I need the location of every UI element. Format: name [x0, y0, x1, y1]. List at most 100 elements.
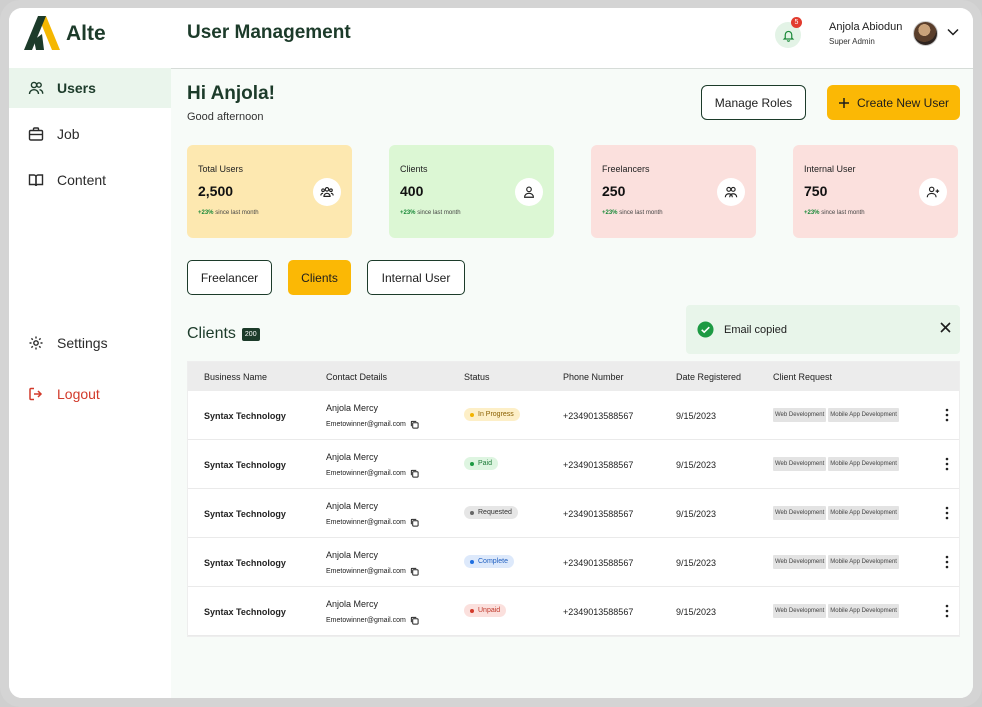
toast-message: Email copied: [724, 323, 787, 336]
users-icon: [28, 81, 44, 95]
stat-title: Total Users: [198, 164, 244, 174]
stat-value: 250: [602, 183, 626, 199]
tab-clients[interactable]: Clients: [288, 260, 351, 295]
stat-trend: +23% since last month: [198, 210, 259, 216]
column-header[interactable]: Client Request: [773, 372, 832, 382]
table-row[interactable]: Syntax Technology Anjola Mercy Emetowinn…: [188, 391, 959, 440]
date-registered: 9/15/2023: [676, 509, 717, 519]
request-tag: Mobile App Development: [828, 604, 899, 618]
client-request: Web Development Mobile App Development: [773, 506, 899, 520]
logout-icon: [29, 387, 43, 401]
sidebar-item-label: Content: [57, 172, 107, 188]
sidebar: Alte Users Job Content Settings Logout: [9, 8, 171, 698]
column-header[interactable]: Date Registered: [676, 372, 741, 382]
table-row[interactable]: Syntax Technology Anjola Mercy Emetowinn…: [188, 587, 959, 636]
sidebar-item-job[interactable]: Job: [9, 114, 171, 154]
stat-value: 400: [400, 183, 424, 199]
user-icon: [515, 178, 543, 206]
sidebar-item-logout[interactable]: Logout: [9, 374, 171, 414]
table-row[interactable]: Syntax Technology Anjola Mercy Emetowinn…: [188, 489, 959, 538]
sidebar-item-settings[interactable]: Settings: [9, 323, 171, 363]
status-badge: Requested: [464, 506, 518, 519]
more-options-icon[interactable]: [945, 457, 949, 473]
more-options-icon[interactable]: [945, 604, 949, 620]
copy-icon[interactable]: [410, 420, 419, 429]
greeting: Hi Anjola!: [187, 83, 275, 104]
sidebar-item-content[interactable]: Content: [9, 160, 171, 200]
copy-icon[interactable]: [410, 567, 419, 576]
create-user-button[interactable]: Create New User: [827, 85, 960, 120]
more-options-icon[interactable]: [945, 408, 949, 424]
sidebar-item-users[interactable]: Users: [9, 68, 171, 108]
avatar[interactable]: [913, 21, 938, 46]
column-header[interactable]: Phone Number: [563, 372, 624, 382]
copy-icon[interactable]: [410, 518, 419, 527]
table-row[interactable]: Syntax Technology Anjola Mercy Emetowinn…: [188, 538, 959, 587]
user-name: Anjola Abiodun: [829, 21, 903, 33]
contact-email: Emetowinner@gmail.com: [326, 518, 419, 527]
stats-cards: Total Users 2,500 +23% since last month …: [187, 145, 960, 238]
copy-icon[interactable]: [410, 616, 419, 625]
stat-value: 750: [804, 183, 828, 199]
contact-email: Emetowinner@gmail.com: [326, 420, 419, 429]
contact-email: Emetowinner@gmail.com: [326, 616, 419, 625]
contact-name: Anjola Mercy: [326, 550, 379, 560]
greeting-subtitle: Good afternoon: [187, 111, 264, 123]
create-user-label: Create New User: [856, 95, 950, 110]
sidebar-bottom: Settings Logout: [9, 323, 171, 420]
more-options-icon[interactable]: [945, 555, 949, 571]
sidebar-item-label: Logout: [57, 386, 100, 402]
chevron-down-icon[interactable]: [947, 28, 959, 36]
client-request: Web Development Mobile App Development: [773, 408, 899, 422]
contact-name: Anjola Mercy: [326, 452, 379, 462]
contact-email: Emetowinner@gmail.com: [326, 469, 419, 478]
request-tag: Mobile App Development: [828, 457, 899, 471]
bell-icon: [782, 30, 794, 42]
users-pair-icon: [717, 178, 745, 206]
tab-freelancer[interactable]: Freelancer: [187, 260, 272, 295]
manage-roles-button[interactable]: Manage Roles: [701, 85, 806, 120]
stat-title: Internal User: [804, 164, 856, 174]
plus-icon: [838, 97, 849, 108]
status-badge: Unpaid: [464, 604, 507, 617]
sidebar-item-label: Job: [57, 126, 80, 142]
contact-name: Anjola Mercy: [326, 403, 379, 413]
stat-trend: +23% since last month: [400, 210, 461, 216]
notification-button[interactable]: 5: [775, 17, 802, 48]
contact-email: Emetowinner@gmail.com: [326, 567, 419, 576]
clients-table: Business Name Contact Details Status Pho…: [187, 361, 960, 637]
date-registered: 9/15/2023: [676, 411, 717, 421]
date-registered: 9/15/2023: [676, 460, 717, 470]
business-name: Syntax Technology: [204, 607, 286, 617]
stat-card-total-users: Total Users 2,500 +23% since last month: [187, 145, 352, 238]
request-tag: Mobile App Development: [828, 506, 899, 520]
phone-number: +2349013588567: [563, 607, 634, 617]
user-role: Super Admin: [829, 37, 875, 46]
copy-icon[interactable]: [410, 469, 419, 478]
more-options-icon[interactable]: [945, 506, 949, 522]
stat-trend: +23% since last month: [804, 210, 865, 216]
request-tag: Web Development: [773, 506, 827, 520]
tab-internal-user[interactable]: Internal User: [367, 260, 465, 295]
stat-card-clients: Clients 400 +23% since last month: [389, 145, 554, 238]
close-icon[interactable]: [940, 322, 951, 333]
logo-mark-icon: [24, 16, 60, 50]
phone-number: +2349013588567: [563, 558, 634, 568]
column-header[interactable]: Status: [464, 372, 490, 382]
column-header[interactable]: Business Name: [204, 372, 267, 382]
book-icon: [28, 174, 44, 187]
business-name: Syntax Technology: [204, 558, 286, 568]
request-tag: Web Development: [773, 457, 827, 471]
user-add-icon: [919, 178, 947, 206]
gear-icon: [29, 336, 43, 350]
check-circle-icon: [697, 321, 714, 338]
client-request: Web Development Mobile App Development: [773, 604, 899, 618]
business-name: Syntax Technology: [204, 460, 286, 470]
page-title: User Management: [187, 22, 351, 43]
section-title: Clients 200: [187, 325, 260, 343]
column-header[interactable]: Contact Details: [326, 372, 387, 382]
logo[interactable]: Alte: [24, 14, 106, 52]
app-window: Alte Users Job Content Settings Logout U…: [9, 8, 973, 698]
status-badge: Paid: [464, 457, 499, 470]
table-row[interactable]: Syntax Technology Anjola Mercy Emetowinn…: [188, 440, 959, 489]
